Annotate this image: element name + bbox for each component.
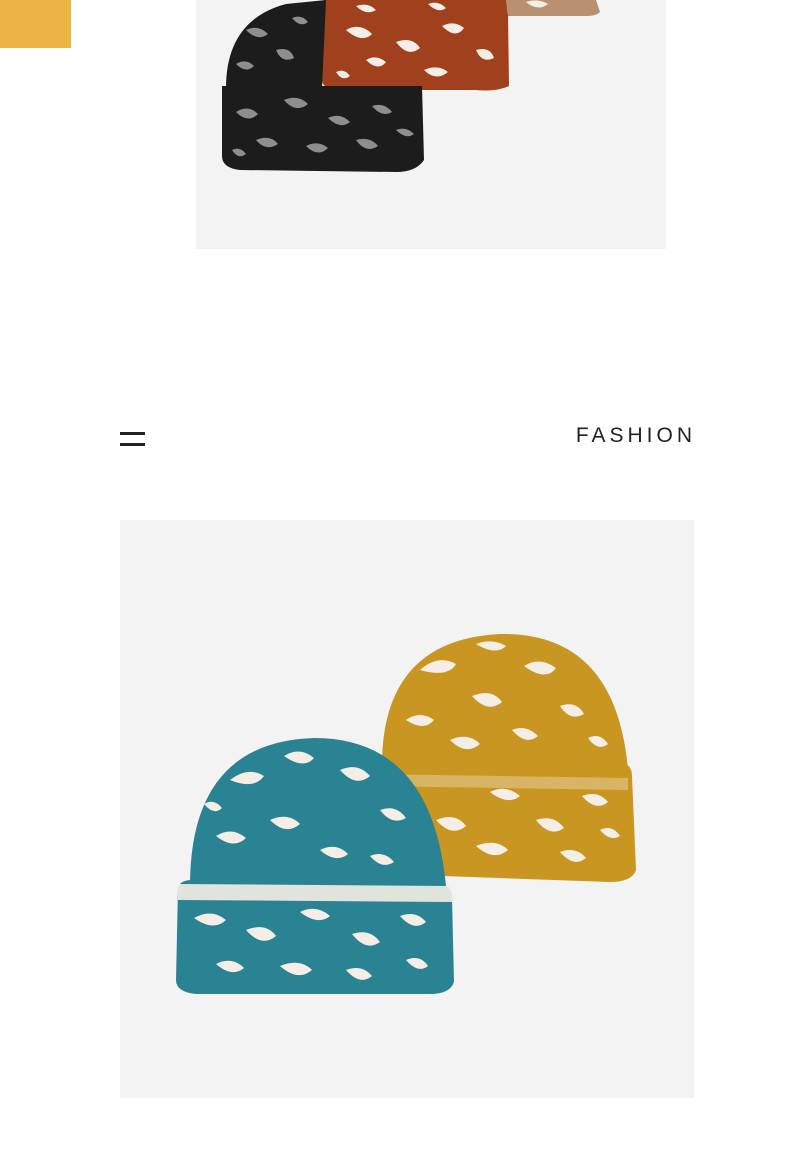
product-photo-top — [196, 0, 666, 249]
beanies-illustration — [176, 633, 636, 994]
section-menu-icon — [120, 431, 145, 448]
section-title: FASHION — [575, 424, 696, 447]
product-photo-main — [120, 520, 694, 1098]
accent-block — [0, 0, 71, 48]
beanie-stack-illustration — [222, 0, 600, 172]
rust-beanie-icon — [322, 0, 509, 91]
